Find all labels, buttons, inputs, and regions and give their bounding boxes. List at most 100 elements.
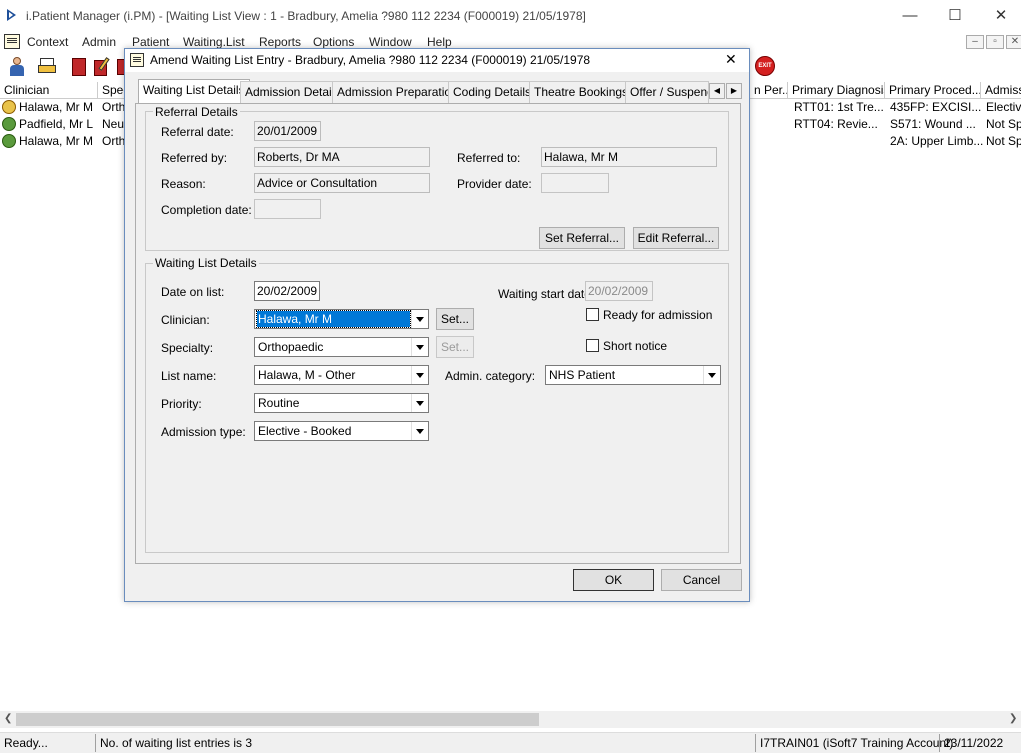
dialog-close-button[interactable]: ✕ — [725, 51, 737, 68]
maximize-button[interactable]: ☐ — [932, 4, 978, 28]
mdi-close-button[interactable]: ✕ — [1006, 35, 1021, 49]
column-header-primary-diagnosis[interactable]: Primary Diagnosis — [788, 82, 885, 99]
chevron-down-icon[interactable] — [411, 422, 428, 440]
provider-date-field[interactable] — [541, 173, 609, 193]
mdi-restore-button[interactable]: ▫ — [986, 35, 1004, 49]
app-logo-icon — [7, 9, 16, 21]
scroll-left-icon[interactable]: ❮ — [4, 713, 12, 724]
set-referral-button[interactable]: Set Referral... — [539, 227, 625, 249]
dialog-title: Amend Waiting List Entry - Bradbury, Ame… — [150, 53, 591, 67]
tab-coding-details[interactable]: Coding Details — [448, 81, 537, 103]
printer-icon[interactable] — [36, 56, 58, 78]
menu-reports[interactable]: Reports — [259, 35, 301, 49]
book-icon[interactable] — [68, 56, 90, 78]
cancel-button[interactable]: Cancel — [661, 569, 742, 591]
list-name-label: List name: — [161, 369, 217, 383]
list-name-value: Halawa, M - Other — [258, 368, 356, 382]
column-header-period[interactable]: n Per... — [750, 82, 788, 99]
mdi-minimize-button[interactable]: – — [966, 35, 984, 49]
tab-theatre-bookings[interactable]: Theatre Bookings — [529, 81, 634, 103]
cell-primary-diagnosis: RTT04: Revie... — [794, 117, 878, 131]
date-on-list-field[interactable]: 20/02/2009 — [254, 281, 320, 301]
specialty-select[interactable]: Orthopaedic — [254, 337, 429, 357]
menu-context[interactable]: Context — [27, 35, 68, 49]
completion-date-field[interactable] — [254, 199, 321, 219]
chevron-down-icon[interactable] — [411, 394, 428, 412]
patient-status-icon — [2, 117, 16, 131]
short-notice-checkbox[interactable] — [586, 339, 599, 352]
menu-options[interactable]: Options — [313, 35, 354, 49]
chevron-down-icon[interactable] — [703, 366, 720, 384]
ready-for-admission-checkbox[interactable] — [586, 308, 599, 321]
person-icon[interactable] — [6, 56, 28, 78]
admin-category-select[interactable]: NHS Patient — [545, 365, 721, 385]
waiting-start-date-field[interactable]: 20/02/2009 — [585, 281, 653, 301]
menu-help[interactable]: Help — [427, 35, 452, 49]
menu-admin[interactable]: Admin — [82, 35, 116, 49]
waiting-start-date-label: Waiting start date: — [498, 287, 595, 301]
set-specialty-button[interactable]: Set... — [436, 336, 474, 358]
admission-type-select[interactable]: Elective - Booked — [254, 421, 429, 441]
waiting-list-details-group — [145, 263, 729, 553]
tab-panel-waiting-list-details: Referral Details Referral date: 20/01/20… — [135, 103, 741, 564]
menu-waiting-list[interactable]: Waiting.List — [183, 35, 245, 49]
tab-admission-details[interactable]: Admission Details — [240, 81, 346, 103]
ok-button[interactable]: OK — [573, 569, 654, 591]
window-title: i.Patient Manager (i.PM) - [Waiting List… — [26, 9, 586, 23]
provider-date-label: Provider date: — [457, 177, 532, 191]
tab-offer-suspend[interactable]: Offer / Suspend — [625, 81, 709, 103]
waiting-list-details-label: Waiting List Details — [153, 256, 259, 270]
list-name-select[interactable]: Halawa, M - Other — [254, 365, 429, 385]
referral-details-label: Referral Details — [153, 105, 240, 119]
clinician-value: Halawa, Mr M — [256, 310, 411, 328]
admin-category-value: NHS Patient — [549, 368, 616, 382]
chevron-down-icon[interactable] — [411, 310, 428, 328]
priority-label: Priority: — [161, 397, 202, 411]
tab-waiting-list-details[interactable]: Waiting List Details — [138, 79, 250, 104]
menu-window[interactable]: Window — [369, 35, 412, 49]
tab-scroll-left-icon[interactable]: ◀ — [709, 83, 725, 99]
minimize-button[interactable]: — — [887, 4, 933, 28]
referral-date-field[interactable]: 20/01/2009 — [254, 121, 321, 141]
cell-specialty: Ortho — [102, 100, 126, 114]
dialog-title-bar: Amend Waiting List Entry - Bradbury, Ame… — [125, 49, 749, 72]
cell-clinician: Padfield, Mr L — [19, 117, 94, 131]
reason-field[interactable]: Advice or Consultation — [254, 173, 430, 193]
document-menu-icon[interactable] — [4, 34, 20, 49]
column-header-clinician[interactable]: Clinician — [0, 82, 98, 99]
cell-primary-diagnosis: RTT01: 1st Tre... — [794, 100, 884, 114]
chevron-down-icon[interactable] — [411, 366, 428, 384]
tab-scroll-right-icon[interactable]: ▶ — [726, 83, 742, 99]
status-entries-count: No. of waiting list entries is 3 — [100, 736, 253, 750]
edit-referral-button[interactable]: Edit Referral... — [633, 227, 719, 249]
horizontal-scrollbar[interactable]: ❮ ❯ — [0, 711, 1021, 728]
cell-primary-procedure: 2A: Upper Limb... — [890, 134, 984, 148]
priority-select[interactable]: Routine — [254, 393, 429, 413]
patient-status-icon — [2, 134, 16, 148]
cell-admission: Not Spe — [986, 134, 1021, 148]
document-icon — [130, 53, 144, 67]
status-ready: Ready... — [4, 736, 48, 750]
priority-value: Routine — [258, 396, 300, 410]
close-button[interactable]: ✕ — [978, 4, 1021, 28]
exit-icon[interactable]: EXIT — [755, 56, 775, 76]
column-header-admission[interactable]: Admissi — [981, 82, 1021, 99]
cell-clinician: Halawa, Mr M — [19, 100, 94, 114]
menu-patient[interactable]: Patient — [132, 35, 169, 49]
cell-admission: Not Spe — [986, 117, 1021, 131]
chevron-down-icon[interactable] — [411, 338, 428, 356]
column-header-primary-procedure[interactable]: Primary Proced... — [885, 82, 981, 99]
set-clinician-button[interactable]: Set... — [436, 308, 474, 330]
cell-specialty: Ortho — [102, 134, 126, 148]
referred-by-field[interactable]: Roberts, Dr MA — [254, 147, 430, 167]
clinician-select[interactable]: Halawa, Mr M — [254, 309, 429, 329]
edit-book-icon[interactable] — [92, 56, 114, 78]
date-on-list-label: Date on list: — [161, 285, 225, 299]
specialty-label: Specialty: — [161, 341, 214, 355]
tab-admission-preparation[interactable]: Admission Preparation — [332, 81, 463, 103]
scrollbar-thumb[interactable] — [16, 713, 539, 726]
cell-primary-procedure: 435FP: EXCISI... — [890, 100, 982, 114]
scroll-right-icon[interactable]: ❯ — [1009, 713, 1017, 724]
status-date: 23/11/2022 — [944, 736, 1004, 750]
referred-to-field[interactable]: Halawa, Mr M — [541, 147, 717, 167]
